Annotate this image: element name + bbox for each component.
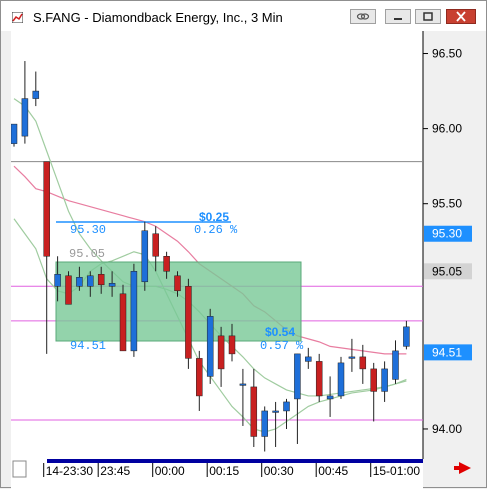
close-button[interactable]	[446, 9, 476, 24]
candle[interactable]	[359, 356, 367, 370]
candle[interactable]	[185, 286, 192, 359]
candle[interactable]	[65, 275, 72, 305]
time-bar	[47, 459, 423, 463]
measure-pct-bottom: 0.57 %	[260, 339, 304, 353]
price-badge-label: 94.51	[432, 345, 462, 359]
candle[interactable]	[392, 350, 399, 380]
candle[interactable]	[228, 335, 236, 355]
candle[interactable]	[348, 356, 356, 359]
minimize-button[interactable]	[385, 9, 411, 24]
x-tick-label: 14-23:30	[46, 464, 94, 478]
candle[interactable]	[152, 233, 159, 257]
candle[interactable]	[305, 356, 312, 362]
close-icon	[456, 11, 466, 22]
candle[interactable]	[141, 230, 149, 283]
scroll-box[interactable]	[12, 460, 27, 478]
candle[interactable]	[87, 275, 94, 287]
candle[interactable]	[11, 123, 18, 144]
y-tick-label: 95.50	[432, 197, 462, 211]
measure-delta-bottom: $0.54	[265, 325, 295, 339]
x-tick-label: 00:00	[155, 464, 185, 478]
measure-high-label: 95.30	[70, 223, 106, 237]
candle[interactable]	[217, 335, 225, 370]
measure-low-label: 94.51	[70, 339, 106, 353]
candle[interactable]	[119, 293, 127, 352]
measure-delta-top: $0.25	[199, 210, 229, 224]
price-chart[interactable]: 95.30 95.05 94.51 $0.25 0.26 % $0.54 0.5…	[11, 31, 485, 489]
candle[interactable]	[97, 274, 105, 286]
plot-area[interactable]	[11, 31, 423, 459]
y-tick-label: 94.00	[432, 422, 462, 436]
candle[interactable]	[206, 316, 214, 377]
candle[interactable]	[403, 326, 410, 347]
y-tick-label: 96.50	[432, 47, 462, 61]
candle[interactable]	[337, 362, 345, 397]
measure-pct-top: 0.26 %	[194, 223, 238, 237]
maximize-icon	[423, 12, 433, 21]
candle[interactable]	[239, 383, 247, 386]
candle[interactable]	[21, 98, 29, 137]
candle[interactable]	[130, 271, 138, 352]
candle[interactable]	[163, 256, 170, 272]
x-tick-label: 15-01:00	[373, 464, 421, 478]
candle[interactable]	[196, 358, 203, 397]
candle[interactable]	[315, 361, 323, 397]
measure-mid-label: 95.05	[69, 247, 105, 261]
x-tick-label: 23:45	[100, 464, 130, 478]
price-badge-label: 95.05	[432, 264, 462, 278]
candle[interactable]	[108, 283, 116, 287]
link-button[interactable]	[350, 9, 376, 24]
y-tick-label: 96.00	[432, 122, 462, 136]
candle[interactable]	[250, 386, 258, 437]
title-bar[interactable]: S.FANG - Diamondback Energy, Inc., 3 Min	[1, 1, 486, 31]
app-icon	[12, 12, 23, 23]
link-icon	[356, 13, 370, 20]
candle[interactable]	[54, 274, 61, 287]
candle[interactable]	[370, 368, 377, 392]
candle[interactable]	[174, 275, 181, 292]
maximize-button[interactable]	[415, 9, 441, 24]
minimize-icon	[394, 18, 402, 20]
x-tick-label: 00:30	[264, 464, 294, 478]
x-tick-label: 00:45	[318, 464, 348, 478]
candle[interactable]	[326, 395, 334, 400]
candle[interactable]	[76, 277, 83, 287]
candle[interactable]	[294, 353, 301, 400]
scroll-right-icon[interactable]	[454, 462, 471, 474]
price-badge-label: 95.30	[432, 227, 462, 241]
x-tick-label: 00:15	[209, 464, 239, 478]
window-title: S.FANG - Diamondback Energy, Inc., 3 Min	[33, 10, 283, 25]
candle[interactable]	[381, 368, 388, 392]
candle[interactable]	[283, 401, 290, 412]
candle[interactable]	[43, 161, 50, 257]
candle[interactable]	[272, 410, 279, 413]
chart-window: S.FANG - Diamondback Energy, Inc., 3 Min	[0, 0, 487, 489]
candle[interactable]	[32, 90, 40, 99]
candle[interactable]	[261, 410, 268, 437]
